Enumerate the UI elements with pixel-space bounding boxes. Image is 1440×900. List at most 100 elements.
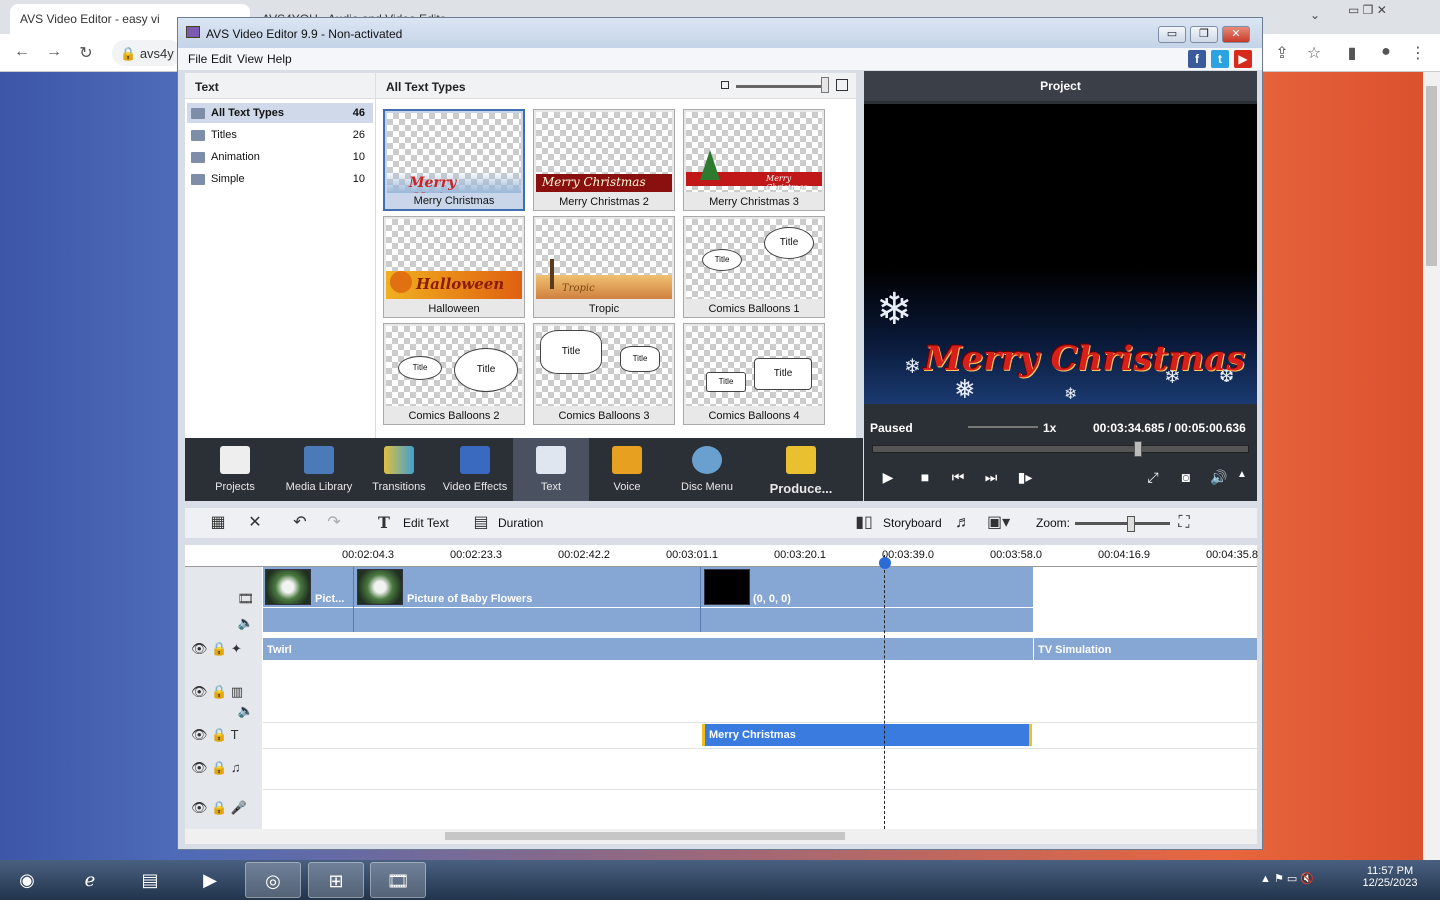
expand-icon[interactable]: ▲	[1231, 469, 1253, 480]
aspect-ratio-icon[interactable]: ▣▾	[987, 514, 1010, 532]
transitions-button[interactable]: Transitions	[361, 438, 437, 501]
fit-timeline-icon[interactable]: ⛶	[1175, 514, 1193, 532]
mute-icon[interactable]: 🔈	[185, 703, 262, 723]
close-button[interactable]: ✕	[1222, 26, 1250, 43]
menu-view[interactable]: View	[237, 52, 263, 66]
zoom-slider[interactable]	[1075, 522, 1170, 525]
stop-icon[interactable]: ■	[914, 469, 936, 485]
tab-dropdown-icon[interactable]: ⌄	[1310, 8, 1320, 22]
voice-button[interactable]: Voice	[589, 438, 665, 501]
large-thumbs-icon[interactable]	[836, 79, 848, 91]
chrome-icon[interactable]: ◎	[245, 862, 301, 898]
gallery-item-merry-christmas[interactable]: Merry Christmas Merry Christmas	[383, 109, 525, 211]
video-effects-button[interactable]: Video Effects	[437, 438, 513, 501]
menu-icon[interactable]: ⋮	[1408, 43, 1428, 63]
clip-thumbnail[interactable]	[265, 569, 311, 605]
playhead-handle[interactable]	[879, 557, 891, 569]
redo-icon[interactable]: ↷	[325, 514, 343, 532]
audio-track[interactable]	[263, 608, 1033, 632]
effects-track-controls[interactable]: 👁 🔒 ✦	[185, 641, 262, 661]
preview-screen[interactable]: ❄ ❄ ❅ ❄ ❆ ❄ Merry Christmas	[864, 104, 1257, 404]
browser-window-controls[interactable]: ▭ ❐ ✕	[1348, 3, 1387, 17]
maximize-button[interactable]: ❐	[1190, 26, 1218, 43]
storyboard-icon[interactable]: ▮▯	[855, 514, 873, 532]
snapshot-icon[interactable]: ◙	[1175, 469, 1197, 485]
gallery-item-comics-balloons-2[interactable]: Title Title Comics Balloons 2	[383, 323, 525, 425]
seek-handle[interactable]	[1134, 441, 1142, 457]
effect-twirl[interactable]: Twirl	[267, 644, 292, 656]
explorer-icon[interactable]: ▤	[122, 862, 178, 898]
disc-menu-button[interactable]: Disc Menu	[665, 438, 749, 501]
speed-slider[interactable]	[968, 426, 1038, 428]
audio-mixer-icon[interactable]: ♬	[954, 514, 972, 532]
play-icon[interactable]: ▶	[877, 469, 899, 486]
gallery-item-merry-christmas-3[interactable]: Merry Christmas Merry Christmas 3	[683, 109, 825, 211]
overlay-track-controls[interactable]: 👁 🔒 ▥	[185, 684, 262, 704]
effect-tv-simulation[interactable]: TV Simulation	[1038, 644, 1111, 656]
projects-button[interactable]: Projects	[193, 438, 277, 501]
edit-text-icon[interactable]: T	[375, 514, 393, 532]
delete-icon[interactable]: ✕	[246, 514, 264, 532]
voice-track-controls[interactable]: 👁 🔒 🎤	[185, 800, 262, 820]
next-icon[interactable]: ⏭	[980, 469, 1002, 486]
gallery-item-halloween[interactable]: Halloween Halloween	[383, 216, 525, 318]
storyboard-button[interactable]: Storyboard	[883, 516, 942, 530]
url-field[interactable]: 🔒 avs4y	[112, 40, 182, 66]
facebook-icon[interactable]: f	[1188, 50, 1206, 68]
title-bar[interactable]: AVS Video Editor 9.9 - Non-activated ▭ ❐…	[178, 18, 1262, 48]
playhead-line[interactable]	[884, 555, 885, 829]
fullscreen-icon[interactable]: ⤢	[1142, 469, 1164, 486]
tray-icons[interactable]: ▲ ⚑ ▭ 🔇	[1260, 872, 1314, 885]
thumb-size-slider[interactable]	[736, 85, 826, 88]
edit-text-button[interactable]: Edit Text	[403, 516, 449, 530]
duration-button[interactable]: Duration	[498, 516, 543, 530]
youtube-icon[interactable]: ▶	[1234, 50, 1252, 68]
produce-button[interactable]: Produce...	[749, 438, 853, 501]
forward-icon[interactable]: →	[44, 43, 64, 63]
category-all-text-types[interactable]: All Text Types 46	[187, 103, 373, 123]
duration-icon[interactable]: ▤	[472, 514, 490, 532]
reload-icon[interactable]: ↻	[76, 43, 96, 63]
share-icon[interactable]: ⇪	[1272, 43, 1292, 63]
text-track-controls[interactable]: 👁 🔒 T	[185, 727, 262, 747]
frame-step-icon[interactable]: ▮▸	[1014, 469, 1036, 486]
menu-edit[interactable]: Edit	[211, 52, 232, 66]
scroll-thumb[interactable]	[445, 832, 845, 840]
mute-icon[interactable]: 🔈	[185, 615, 262, 635]
seek-bar[interactable]	[872, 445, 1249, 453]
profile-icon[interactable]: ●	[1376, 43, 1396, 63]
category-titles[interactable]: Titles 26	[187, 125, 373, 145]
sidepanel-icon[interactable]: ▮	[1342, 43, 1362, 63]
gallery-item-tropic[interactable]: Tropic Tropic	[533, 216, 675, 318]
split-icon[interactable]: ▦	[209, 514, 227, 532]
text-button[interactable]: Text	[513, 438, 589, 501]
previous-icon[interactable]: ⏮	[947, 469, 969, 486]
category-simple[interactable]: Simple 10	[187, 169, 373, 189]
undo-icon[interactable]: ↶	[291, 514, 309, 532]
music-track-controls[interactable]: 👁 🔒 ♫	[185, 760, 262, 780]
avs-editor-icon[interactable]: 🎞	[370, 862, 426, 898]
ie-icon[interactable]: ℯ	[62, 862, 118, 898]
volume-icon[interactable]: 🔊	[1208, 469, 1230, 486]
gallery-item-comics-balloons-3[interactable]: Title Title Comics Balloons 3	[533, 323, 675, 425]
windows-app-icon[interactable]: ⊞	[308, 862, 364, 898]
gallery-item-comics-balloons-1[interactable]: Title Title Comics Balloons 1	[683, 216, 825, 318]
menu-file[interactable]: File	[188, 52, 207, 66]
zoom-handle[interactable]	[1127, 516, 1135, 532]
bookmark-icon[interactable]: ☆	[1304, 43, 1324, 63]
system-clock[interactable]: 11:57 PM 12/25/2023	[1350, 865, 1430, 889]
timeline-ruler[interactable]: 00:02:04.3 00:02:23.3 00:02:42.2 00:03:0…	[185, 545, 1258, 567]
scroll-thumb[interactable]	[1426, 86, 1437, 266]
timeline-scrollbar[interactable]	[185, 829, 1257, 844]
small-thumbs-icon[interactable]	[721, 81, 729, 89]
page-scrollbar[interactable]	[1423, 72, 1440, 860]
twitter-icon[interactable]: t	[1211, 50, 1229, 68]
category-animation[interactable]: Animation 10	[187, 147, 373, 167]
menu-help[interactable]: Help	[267, 52, 292, 66]
gallery-item-comics-balloons-4[interactable]: Title Title Comics Balloons 4	[683, 323, 825, 425]
clip-thumbnail[interactable]	[357, 569, 403, 605]
media-player-icon[interactable]: ▶	[182, 862, 238, 898]
clip-thumbnail[interactable]	[704, 569, 750, 605]
gallery-item-merry-christmas-2[interactable]: Merry Christmas Merry Christmas 2	[533, 109, 675, 211]
back-icon[interactable]: ←	[12, 43, 32, 63]
